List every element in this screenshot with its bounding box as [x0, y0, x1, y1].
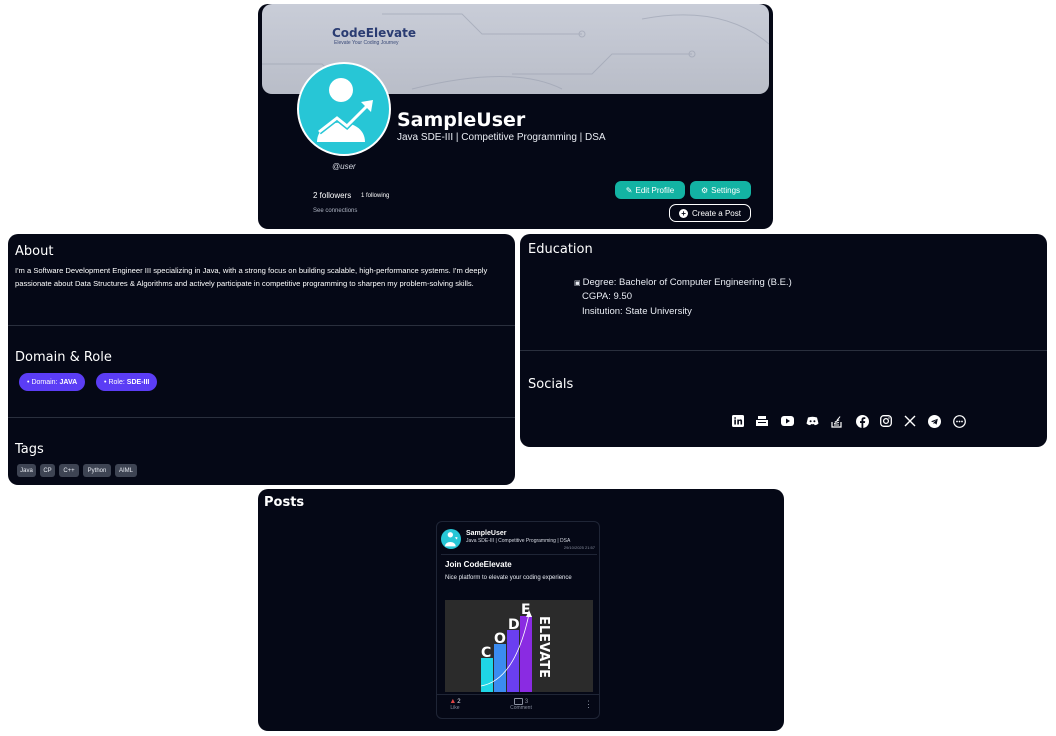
post-image[interactable]: C O D E ELEVATE — [445, 600, 593, 692]
about-card: About I'm a Software Development Enginee… — [8, 234, 515, 485]
linkedin-icon[interactable] — [731, 414, 745, 428]
tag-chip: Python — [83, 464, 111, 477]
post-body: Nice platform to elevate your coding exp… — [445, 575, 572, 581]
followers-count[interactable]: 2 followers — [313, 191, 351, 200]
x-icon[interactable] — [903, 414, 917, 428]
tag-chip: C++ — [59, 464, 79, 477]
profile-handle: @user — [332, 162, 356, 171]
youtube-icon[interactable] — [780, 414, 794, 428]
kebab-menu-icon[interactable]: ⋮ — [584, 700, 593, 709]
domain-value: JAVA — [59, 378, 78, 386]
svg-text:O: O — [494, 631, 506, 647]
comment-count: 3 — [524, 698, 529, 705]
settings-button[interactable]: ⚙ Settings — [690, 181, 751, 199]
domain-divider — [8, 417, 515, 418]
svg-text:ELEVATE: ELEVATE — [536, 616, 551, 678]
following-count[interactable]: 1 following — [361, 193, 389, 199]
more-icon[interactable] — [952, 414, 966, 428]
like-label: Like — [450, 705, 460, 711]
svg-text:C: C — [481, 645, 491, 661]
user-growth-icon — [445, 532, 458, 547]
domain-label: Domain: — [31, 378, 58, 386]
profile-headline: Java SDE-III | Competitive Programming |… — [397, 132, 606, 143]
profile-name: SampleUser — [397, 109, 526, 131]
tag-chip: CP — [40, 464, 55, 477]
gear-icon: ⚙ — [700, 185, 709, 195]
socials-title: Socials — [528, 377, 574, 392]
svg-text:E: E — [521, 602, 531, 618]
profile-card: CodeElevate Elevate Your Coding Journey … — [258, 4, 773, 229]
post-card[interactable]: SampleUser Java SDE-III | Competitive Pr… — [436, 521, 600, 719]
codechef-icon[interactable] — [755, 414, 769, 428]
post-actions-divider — [437, 694, 599, 695]
stackoverflow-icon[interactable] — [830, 414, 844, 428]
see-connections-link[interactable]: See connections — [313, 208, 357, 214]
profile-avatar — [297, 62, 391, 156]
post-author-name[interactable]: SampleUser — [466, 530, 506, 537]
tag-chip: AIML — [115, 464, 137, 477]
edit-profile-button[interactable]: ✎ Edit Profile — [615, 181, 685, 199]
posts-title: Posts — [264, 495, 305, 510]
facebook-icon[interactable] — [855, 414, 869, 428]
about-text: I'm a Software Development Engineer III … — [15, 266, 488, 288]
posts-card: Posts SampleUser Java SDE-III | Competit… — [258, 489, 784, 731]
education-degree: ▣ Degree: Bachelor of Computer Engineerin… — [574, 277, 792, 288]
svg-text:D: D — [508, 617, 520, 633]
education-card: Education ▣ Degree: Bachelor of Computer … — [520, 234, 1047, 447]
post-title: Join CodeElevate — [445, 560, 512, 569]
role-label: Role: — [108, 378, 125, 386]
about-title: About — [15, 244, 54, 259]
create-post-button[interactable]: + Create a Post — [669, 204, 751, 222]
post-actions-bar: ▲ 2 Like 3 Comment ⋮ — [437, 694, 599, 718]
about-divider — [8, 325, 515, 326]
degree-text: Degree: Bachelor of Computer Engineering… — [582, 277, 792, 288]
banner-brand: CodeElevate — [332, 26, 417, 40]
banner-tagline: Elevate Your Coding Journey — [334, 40, 399, 46]
education-title: Education — [528, 242, 593, 257]
dot-icon: • — [27, 378, 30, 386]
plus-circle-icon: + — [679, 208, 689, 218]
role-value: SDE-III — [126, 378, 150, 386]
edit-profile-label: Edit Profile — [635, 185, 675, 195]
domain-pill: • Domain: JAVA — [19, 373, 86, 391]
post-timestamp: 29/10/2025 21:57 — [563, 545, 595, 550]
post-header-divider — [441, 554, 597, 555]
user-growth-icon — [317, 78, 373, 142]
role-pill: • Role: SDE-III — [96, 373, 158, 391]
dot-icon: • — [104, 378, 107, 386]
instagram-icon[interactable] — [879, 414, 893, 428]
comment-label: Comment — [510, 705, 532, 711]
discord-icon[interactable] — [805, 414, 819, 428]
tag-chip: Java — [17, 464, 36, 477]
post-author-headline: Java SDE-III | Competitive Programming |… — [466, 538, 571, 544]
education-divider — [520, 350, 1047, 351]
code-elevate-logo-image: C O D E ELEVATE — [445, 600, 593, 692]
thumbs-up-icon: ▲ — [449, 698, 457, 705]
education-institution: Insitution: State University — [582, 306, 692, 317]
like-button[interactable]: ▲ 2 Like — [445, 698, 465, 711]
tags-title: Tags — [15, 442, 44, 457]
edit-icon: ✎ — [625, 185, 633, 195]
comment-button[interactable]: 3 Comment — [503, 698, 539, 711]
post-author-avatar[interactable] — [441, 529, 461, 549]
comment-icon — [513, 698, 523, 705]
telegram-icon[interactable] — [927, 414, 941, 428]
education-cgpa: CGPA: 9.50 — [582, 291, 632, 302]
create-post-label: Create a Post — [692, 208, 741, 218]
settings-label: Settings — [711, 185, 741, 195]
domain-role-title: Domain & Role — [15, 350, 112, 365]
graduation-cap-icon: ▣ — [574, 280, 581, 287]
like-count: 2 — [457, 698, 461, 705]
